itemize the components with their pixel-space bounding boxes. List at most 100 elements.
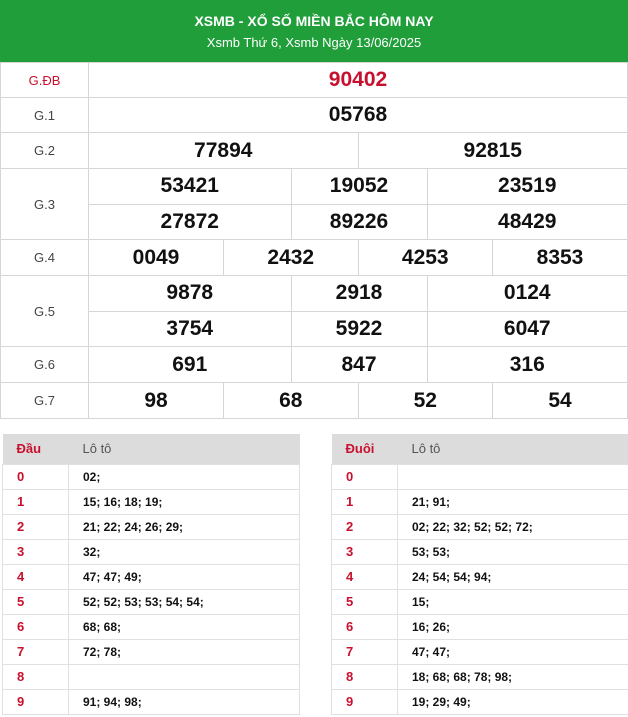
prize-label: G.2 [0, 132, 89, 169]
row-key: 2 [331, 513, 398, 540]
row-key: 2 [2, 513, 69, 540]
prize-number: 05768 [88, 97, 628, 133]
row-key: 8 [2, 663, 69, 690]
row-value: 15; 16; 18; 19; [68, 488, 300, 515]
prize-number: 98 [144, 388, 168, 412]
table-row: 2 21; 22; 24; 26; 29; [2, 513, 300, 540]
column-header-loto: Lô tô [68, 434, 300, 464]
row-key: 0 [2, 463, 69, 490]
row-value: 21; 91; [397, 488, 628, 515]
row-value: 02; [68, 463, 300, 490]
row-key: 1 [331, 488, 398, 515]
table-row: 1 15; 16; 18; 19; [2, 488, 300, 515]
prize-label: G.4 [0, 239, 89, 276]
column-header-tail: Đuôi [331, 434, 398, 464]
row-key: 9 [331, 688, 398, 715]
prize-number: 8353 [492, 240, 627, 275]
table-row: 0 02; [2, 463, 300, 490]
prize-row-g7: G.7 98 68 52 54 [0, 382, 628, 419]
row-value: 19; 29; 49; [397, 688, 628, 715]
table-row: 5 15; [331, 588, 628, 615]
prize-number: 27872 [89, 203, 291, 239]
prize-number: 0124 [426, 276, 627, 311]
row-key: 5 [2, 588, 69, 615]
prize-label: G.ĐB [0, 62, 89, 98]
column-header-head: Đầu [2, 434, 69, 464]
prize-label: G.3 [0, 168, 89, 240]
row-value: 15; [397, 588, 628, 615]
row-key: 4 [331, 563, 398, 590]
table-row: 9 91; 94; 98; [2, 688, 300, 715]
row-key: 3 [331, 538, 398, 565]
prize-label: G.1 [0, 97, 89, 133]
prize-number: 6047 [426, 310, 627, 346]
row-key: 1 [2, 488, 69, 515]
table-row: 1 21; 91; [331, 488, 628, 515]
row-key: 9 [2, 688, 69, 715]
row-value: 02; 22; 32; 52; 52; 72; [397, 513, 628, 540]
loto-head-table: Đầu Lô tô 0 02; 1 15; 16; 18; 19; 2 21; 22;… [2, 434, 300, 715]
row-value: 16; 26; [397, 613, 628, 640]
prize-number: 2918 [290, 276, 427, 311]
prize-number: 48429 [426, 203, 627, 239]
prize-number: 2432 [223, 240, 358, 275]
row-value: 32; [68, 538, 300, 565]
table-row: 0 [331, 463, 628, 490]
prize-number: 52 [357, 383, 493, 418]
page-title: XSMB - XỔ SỐ MIỀN BẮC HÔM NAY [194, 13, 434, 29]
row-value: 18; 68; 68; 78; 98; [397, 663, 628, 690]
prize-row-gdb: G.ĐB 90402 [0, 62, 628, 98]
page-subtitle: Xsmb Thứ 6, Xsmb Ngày 13/06/2025 [206, 35, 422, 50]
prize-row-g3: G.3 53421 19052 23519 27872 89226 48429 [0, 168, 628, 240]
row-key: 6 [331, 613, 398, 640]
prize-row-g4: G.4 0049 2432 4253 8353 [0, 239, 628, 276]
row-key: 7 [2, 638, 69, 665]
prize-number: 5922 [290, 310, 427, 346]
table-row: 6 68; 68; [2, 613, 300, 640]
row-value: 47; 47; [397, 638, 628, 665]
row-key: 7 [331, 638, 398, 665]
row-value: 72; 78; [68, 638, 300, 665]
loto-tail-table: Đuôi Lô tô 0 1 21; 91; 2 02; 22; 32; 52; 5… [331, 434, 628, 715]
table-row: 5 52; 52; 53; 53; 54; 54; [2, 588, 300, 615]
row-key: 8 [331, 663, 398, 690]
row-value: 47; 47; 49; [68, 563, 300, 590]
prize-row-g6: G.6 691 847 316 [0, 346, 628, 383]
table-row: 2 02; 22; 32; 52; 52; 72; [331, 513, 628, 540]
table-row: 8 18; 68; 68; 78; 98; [331, 663, 628, 690]
prize-label: G.7 [0, 382, 89, 419]
prize-number: 89226 [290, 203, 427, 239]
prize-number: 3754 [89, 310, 291, 346]
prize-number: 19052 [290, 169, 427, 204]
table-row: 3 53; 53; [331, 538, 628, 565]
prize-row-g5: G.5 9878 2918 0124 3754 5922 6047 [0, 275, 628, 347]
prize-label: G.6 [0, 346, 89, 383]
prize-number: 316 [426, 347, 627, 382]
row-key: 6 [2, 613, 69, 640]
row-value [397, 463, 628, 490]
row-value: 52; 52; 53; 53; 54; 54; [68, 588, 300, 615]
prize-number: 23519 [426, 169, 627, 204]
row-value: 53; 53; [397, 538, 628, 565]
column-header-loto: Lô tô [397, 434, 628, 464]
prize-number: 77894 [194, 138, 253, 162]
row-value: 68; 68; [68, 613, 300, 640]
table-row: 4 24; 54; 54; 94; [331, 563, 628, 590]
prize-number: 9878 [166, 281, 214, 305]
prize-row-g1: G.1 05768 [0, 97, 628, 133]
prize-number: 53421 [160, 174, 219, 198]
table-row: 8 [2, 663, 300, 690]
row-key: 4 [2, 563, 69, 590]
row-value: 24; 54; 54; 94; [397, 563, 628, 590]
row-key: 3 [2, 538, 69, 565]
results-table: G.ĐB 90402 G.1 05768 G.2 77894 92815 G.3… [0, 62, 628, 419]
row-value: 91; 94; 98; [68, 688, 300, 715]
prize-number: 90402 [88, 62, 628, 98]
table-row: 3 32; [2, 538, 300, 565]
prize-row-g2: G.2 77894 92815 [0, 132, 628, 169]
row-value [68, 663, 300, 690]
table-row: 7 72; 78; [2, 638, 300, 665]
table-row: 6 16; 26; [331, 613, 628, 640]
page-header: XSMB - XỔ SỐ MIỀN BẮC HÔM NAY Xsmb Thứ 6… [0, 0, 628, 62]
table-row: 7 47; 47; [331, 638, 628, 665]
